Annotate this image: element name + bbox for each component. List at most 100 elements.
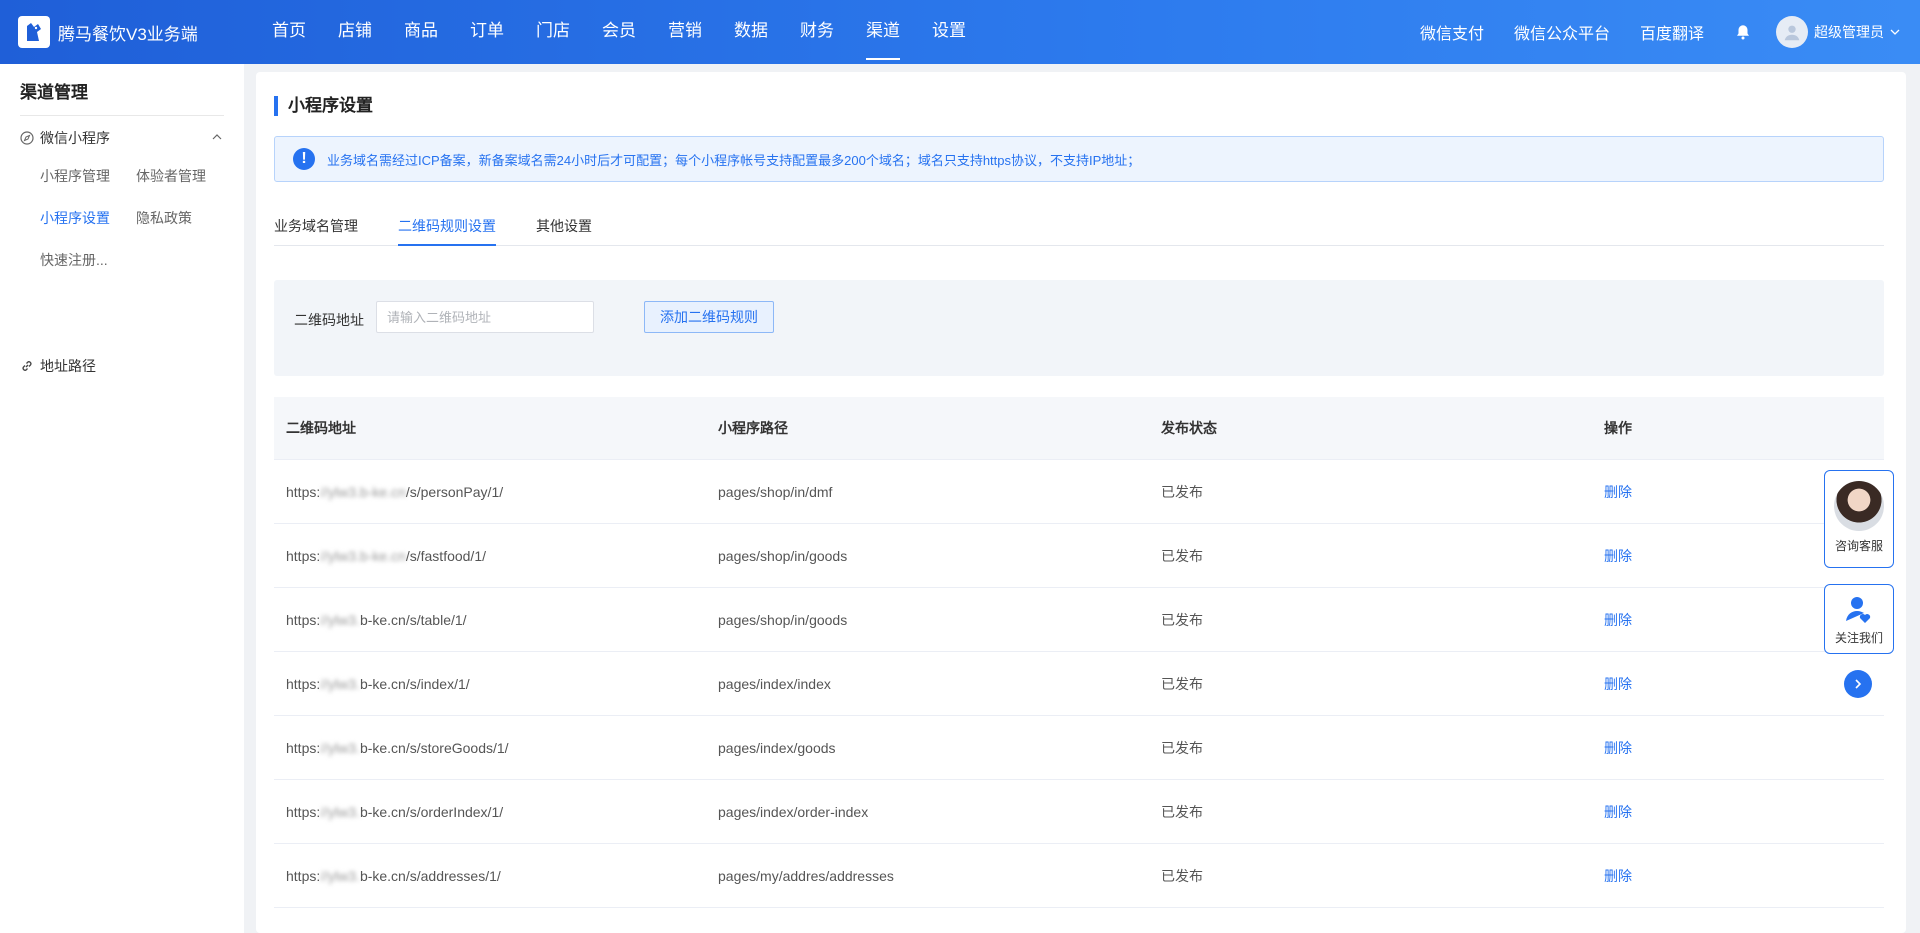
cell-actions: 删除 xyxy=(1604,738,1884,758)
customer-service-avatar xyxy=(1834,481,1884,531)
customer-service-widget[interactable]: 咨询客服 xyxy=(1824,470,1894,568)
url-prefix: https: xyxy=(286,739,321,756)
user-menu[interactable]: 超级管理员 xyxy=(1776,16,1900,48)
delete-button[interactable]: 删除 xyxy=(1604,740,1632,756)
cell-publish-status: 已发布 xyxy=(1161,803,1203,820)
delete-button[interactable]: 删除 xyxy=(1604,868,1632,884)
cell-miniprogram-path: pages/index/order-index xyxy=(718,803,869,820)
follow-us-label: 关注我们 xyxy=(1834,631,1883,645)
nav-item-6[interactable]: 营销 xyxy=(668,0,702,64)
delete-button[interactable]: 删除 xyxy=(1604,804,1632,820)
cell-qrcode-address: https://ylw3.b-ke.cn/s/personPay/1/ xyxy=(274,484,718,500)
compass-icon xyxy=(20,131,34,145)
nav-item-1[interactable]: 店铺 xyxy=(338,0,372,64)
cell-miniprogram-path: pages/shop/in/goods xyxy=(718,547,848,564)
link-wechat-pay[interactable]: 微信支付 xyxy=(1420,20,1484,44)
url-masked-domain: //ylw3. xyxy=(320,611,360,628)
header-publish-status: 发布状态 xyxy=(1161,420,1217,436)
bell-icon[interactable] xyxy=(1734,23,1752,41)
tabs: 业务域名管理 二维码规则设置 其他设置 xyxy=(274,216,1884,246)
sidebar: 渠道管理 微信小程序 小程序管理 体验者管理 小程序设置 隐私政策 快速注册..… xyxy=(0,64,244,933)
sidebar-item-privacy-policy[interactable]: 隐私政策 xyxy=(136,208,192,228)
cell-qrcode-address: https://ylw3.b-ke.cn/s/table/1/ xyxy=(274,612,718,628)
cell-miniprogram-path: pages/index/index xyxy=(718,675,831,692)
brand-title: 腾马餐饮V3业务端 xyxy=(58,24,198,44)
cell-miniprogram-path: pages/shop/in/dmf xyxy=(718,483,833,500)
url-prefix: https: xyxy=(286,867,321,884)
info-icon: ! xyxy=(293,148,315,170)
customer-service-label: 咨询客服 xyxy=(1834,539,1883,553)
sidebar-title: 渠道管理 xyxy=(20,78,224,116)
cell-qrcode-address: https://ylw3.b-ke.cn/s/orderIndex/1/ xyxy=(274,804,718,820)
cell-publish-status: 已发布 xyxy=(1161,483,1203,500)
nav-item-5[interactable]: 会员 xyxy=(602,0,636,64)
sidebar-group-label: 地址路径 xyxy=(40,358,96,374)
user-heart-icon xyxy=(1843,593,1875,625)
url-suffix: /s/personPay/1/ xyxy=(405,483,504,500)
url-masked-domain: //ylw3. xyxy=(320,803,360,820)
nav-item-2[interactable]: 商品 xyxy=(404,0,438,64)
url-suffix: /s/fastfood/1/ xyxy=(405,547,487,564)
sidebar-item-tester-manage[interactable]: 体验者管理 xyxy=(136,166,206,186)
tab-other-settings[interactable]: 其他设置 xyxy=(536,216,592,246)
url-masked-domain: //ylw3.b-ke.cn xyxy=(320,547,406,564)
cell-miniprogram-path: pages/shop/in/goods xyxy=(718,611,848,628)
table-body: https://ylw3.b-ke.cn/s/personPay/1/pages… xyxy=(274,460,1884,908)
filter-bar: 二维码地址 添加二维码规则 xyxy=(274,280,1884,376)
sidebar-item-quick-register[interactable]: 快速注册... xyxy=(40,250,108,270)
link-baidu-translate[interactable]: 百度翻译 xyxy=(1640,20,1704,44)
url-prefix: https: xyxy=(286,547,321,564)
link-wechat-mp[interactable]: 微信公众平台 xyxy=(1514,20,1610,44)
follow-us-widget[interactable]: 关注我们 xyxy=(1824,584,1894,654)
qrcode-address-input[interactable] xyxy=(376,301,594,333)
qrcode-address-label: 二维码地址 xyxy=(294,312,364,328)
cell-publish-status: 已发布 xyxy=(1161,611,1203,628)
table-row: https://ylw3.b-ke.cn/s/index/1/pages/ind… xyxy=(274,652,1884,716)
sidebar-group-address-path[interactable]: 地址路径 xyxy=(20,352,96,380)
nav-item-3[interactable]: 订单 xyxy=(470,0,504,64)
brand-logo-icon xyxy=(18,16,50,48)
url-suffix: b-ke.cn/s/orderIndex/1/ xyxy=(359,803,504,820)
nav-item-7[interactable]: 数据 xyxy=(734,0,768,64)
cell-actions: 删除 xyxy=(1604,802,1884,822)
delete-button[interactable]: 删除 xyxy=(1604,676,1632,692)
nav-item-9[interactable]: 渠道 xyxy=(866,0,900,64)
url-prefix: https: xyxy=(286,611,321,628)
url-masked-domain: //ylw3.b-ke.cn xyxy=(320,483,406,500)
url-suffix: b-ke.cn/s/index/1/ xyxy=(359,675,470,692)
link-icon xyxy=(20,359,34,373)
table-row: https://ylw3.b-ke.cn/s/addresses/1/pages… xyxy=(274,844,1884,908)
cell-actions: 删除 xyxy=(1604,866,1884,886)
top-right: 微信支付 微信公众平台 百度翻译 超级管理员 xyxy=(1420,0,1900,64)
nav-item-8[interactable]: 财务 xyxy=(800,0,834,64)
top-bar: 腾马餐饮V3业务端 首页 店铺 商品 订单 门店 会员 营销 数据 财务 渠道 设置 微信支付 微信… xyxy=(0,0,1920,64)
table-row: https://ylw3.b-ke.cn/s/fastfood/1/pages/… xyxy=(274,524,1884,588)
delete-button[interactable]: 删除 xyxy=(1604,612,1632,628)
nav-item-10[interactable]: 设置 xyxy=(932,0,966,64)
header-qrcode-address: 二维码地址 xyxy=(286,420,356,436)
cell-qrcode-address: https://ylw3.b-ke.cn/s/fastfood/1/ xyxy=(274,548,718,564)
cell-qrcode-address: https://ylw3.b-ke.cn/s/index/1/ xyxy=(274,676,718,692)
chevron-right-icon[interactable] xyxy=(1844,670,1872,698)
info-alert: ! 业务域名需经过ICP备案，新备案域名需24小时后才可配置；每个小程序帐号支持… xyxy=(274,136,1884,182)
url-prefix: https: xyxy=(286,483,321,500)
add-qrcode-rule-button[interactable]: 添加二维码规则 xyxy=(644,301,774,333)
table-row: https://ylw3.b-ke.cn/s/storeGoods/1/page… xyxy=(274,716,1884,780)
tab-qrcode-rules[interactable]: 二维码规则设置 xyxy=(398,216,496,246)
tab-business-domain[interactable]: 业务域名管理 xyxy=(274,216,358,246)
delete-button[interactable]: 删除 xyxy=(1604,484,1632,500)
nav-item-4[interactable]: 门店 xyxy=(536,0,570,64)
sidebar-group-label: 微信小程序 xyxy=(40,130,110,146)
cell-publish-status: 已发布 xyxy=(1161,739,1203,756)
sidebar-item-miniprogram-settings[interactable]: 小程序设置 xyxy=(40,208,110,228)
nav-item-0[interactable]: 首页 xyxy=(272,0,306,64)
cell-miniprogram-path: pages/my/addres/addresses xyxy=(718,867,894,884)
delete-button[interactable]: 删除 xyxy=(1604,548,1632,564)
brand[interactable]: 腾马餐饮V3业务端 xyxy=(18,14,198,50)
chevron-down-icon xyxy=(1890,24,1900,40)
cell-qrcode-address: https://ylw3.b-ke.cn/s/addresses/1/ xyxy=(274,868,718,884)
sidebar-group-wechat-miniprogram[interactable]: 微信小程序 xyxy=(20,124,224,152)
header-actions: 操作 xyxy=(1604,420,1632,436)
url-prefix: https: xyxy=(286,675,321,692)
sidebar-item-miniprogram-manage[interactable]: 小程序管理 xyxy=(40,166,110,186)
